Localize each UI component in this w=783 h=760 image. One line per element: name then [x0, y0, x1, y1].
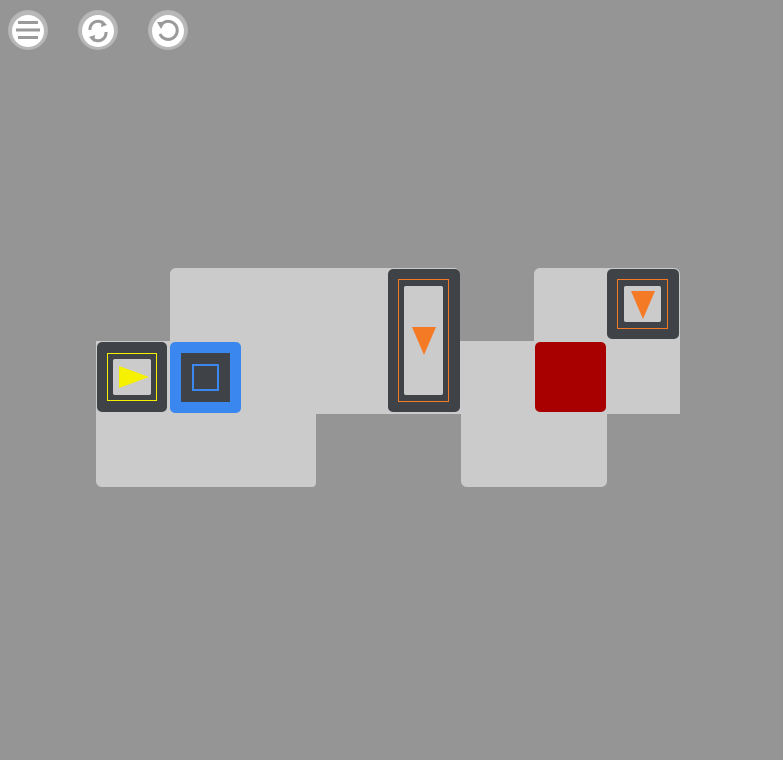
square-outline-icon [192, 364, 219, 391]
player-block[interactable] [97, 342, 167, 412]
arrow-down-icon [631, 291, 655, 319]
floor-tile [461, 413, 607, 487]
arrow-right-icon [119, 366, 149, 388]
red-goal-block[interactable] [535, 342, 606, 412]
arrow-down-icon [412, 327, 436, 355]
small-block[interactable] [607, 269, 679, 339]
game-board [0, 0, 783, 760]
floor-tile [96, 413, 316, 487]
blue-block[interactable] [170, 342, 241, 413]
tall-block[interactable] [388, 269, 460, 412]
